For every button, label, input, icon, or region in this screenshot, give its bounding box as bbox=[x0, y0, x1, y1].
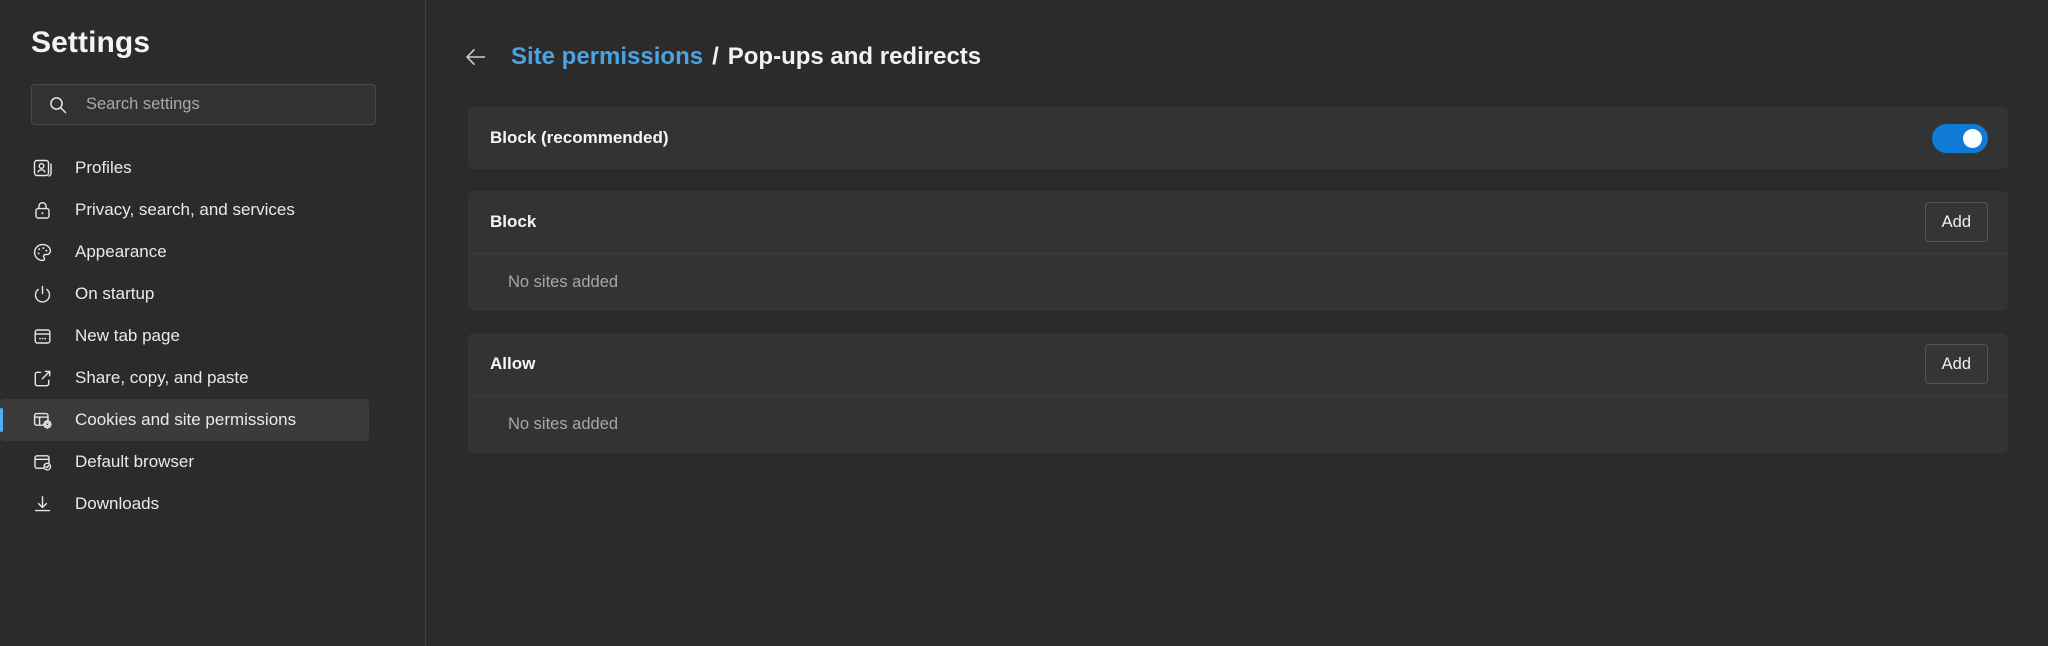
block-add-button[interactable]: Add bbox=[1924, 202, 1988, 242]
sidebar-item-downloads[interactable]: Downloads bbox=[0, 483, 369, 525]
share-icon bbox=[31, 367, 54, 390]
sidebar-item-cookies-and-site-permissions[interactable]: Cookies and site permissions bbox=[0, 399, 369, 441]
new-tab-page-icon bbox=[31, 325, 54, 348]
block-recommended-row: Block (recommended) bbox=[468, 107, 2008, 169]
allow-header-row: Allow Add bbox=[468, 333, 2008, 395]
palette-icon bbox=[31, 241, 54, 264]
page-title: Settings bbox=[31, 26, 151, 59]
sidebar-item-label: Appearance bbox=[75, 242, 167, 261]
sidebar-item-label: Share, copy, and paste bbox=[75, 368, 249, 387]
allow-empty-text: No sites added bbox=[508, 415, 619, 433]
sidebar-item-profiles[interactable]: Profiles bbox=[0, 147, 369, 189]
sidebar-item-privacy-search-services[interactable]: Privacy, search, and services bbox=[0, 189, 369, 231]
breadcrumb: Site permissions / Pop-ups and redirects bbox=[426, 0, 2048, 71]
cookies-settings-icon bbox=[31, 409, 54, 432]
sidebar-item-label: Privacy, search, and services bbox=[75, 200, 295, 219]
sidebar-item-label: New tab page bbox=[75, 326, 180, 345]
block-card: Block Add No sites added bbox=[468, 191, 2008, 311]
breadcrumb-parent-link[interactable]: Site permissions bbox=[511, 43, 703, 71]
block-header-row: Block Add bbox=[468, 191, 2008, 253]
block-recommended-toggle[interactable] bbox=[1932, 123, 1988, 153]
lock-icon bbox=[31, 199, 54, 222]
breadcrumb-current: Pop-ups and redirects bbox=[727, 43, 982, 70]
block-empty-text: No sites added bbox=[508, 273, 619, 291]
settings-page: Settings Profiles bbox=[0, 0, 2048, 646]
search-icon bbox=[48, 95, 68, 115]
search-box[interactable] bbox=[31, 84, 376, 125]
sidebar-item-new-tab-page[interactable]: New tab page bbox=[0, 315, 369, 357]
sidebar-item-label: Cookies and site permissions bbox=[75, 410, 297, 429]
profile-card-icon bbox=[31, 157, 54, 180]
breadcrumb-separator: / bbox=[712, 43, 719, 70]
default-browser-icon bbox=[31, 451, 54, 474]
power-icon bbox=[31, 283, 54, 306]
search-input[interactable] bbox=[86, 85, 346, 124]
sidebar-item-on-startup[interactable]: On startup bbox=[0, 273, 369, 315]
sidebar-item-label: Profiles bbox=[75, 158, 132, 177]
allow-card: Allow Add No sites added bbox=[468, 333, 2008, 453]
sidebar-item-label: On startup bbox=[75, 284, 155, 303]
download-icon bbox=[31, 493, 54, 516]
block-recommended-label: Block (recommended) bbox=[490, 128, 669, 147]
allow-add-button[interactable]: Add bbox=[1924, 344, 1988, 384]
block-recommended-card: Block (recommended) bbox=[468, 107, 2008, 169]
allow-section-title: Allow bbox=[490, 354, 536, 373]
sidebar-item-share-copy-paste[interactable]: Share, copy, and paste bbox=[0, 357, 369, 399]
sidebar-item-default-browser[interactable]: Default browser bbox=[0, 441, 369, 483]
sidebar: Settings Profiles bbox=[0, 0, 426, 646]
sidebar-item-label: Downloads bbox=[75, 494, 160, 513]
back-arrow-icon[interactable] bbox=[463, 44, 489, 70]
block-section-title: Block bbox=[490, 212, 537, 231]
main-content: Site permissions / Pop-ups and redirects… bbox=[426, 0, 2048, 646]
toggle-knob bbox=[1963, 128, 1982, 148]
sidebar-item-appearance[interactable]: Appearance bbox=[0, 231, 369, 273]
sidebar-item-label: Default browser bbox=[75, 452, 195, 471]
settings-cards: Block (recommended) Block Add No sites a… bbox=[468, 107, 2008, 453]
sidebar-nav: Profiles Privacy, search, and services A… bbox=[0, 147, 425, 525]
